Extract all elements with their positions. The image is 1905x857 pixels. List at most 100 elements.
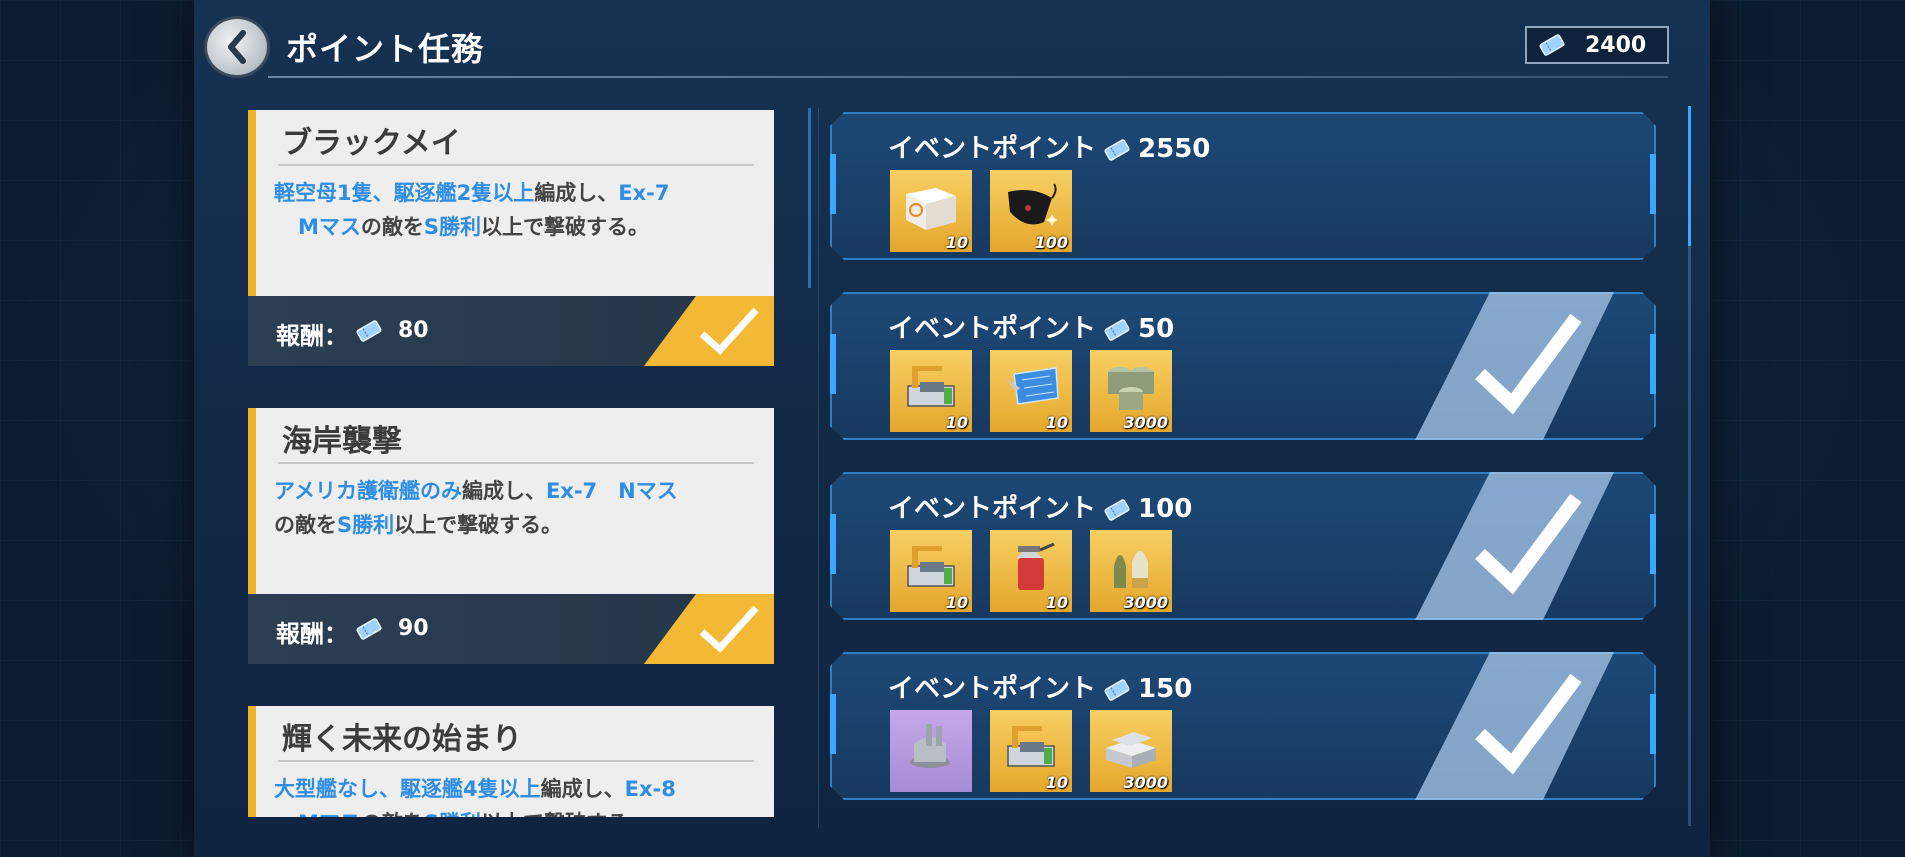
mission-desc-line2: Mマスの敵をS勝利以上で撃破する。 [274,210,754,244]
mission-desc-segment: 編成し、 [534,181,619,205]
reward-item[interactable]: 10 [890,350,972,432]
reward-items: 10 10 3000 [890,530,1172,612]
currency-display: 2400 [1525,26,1669,64]
mission-name: 海岸襲撃 [282,424,402,459]
mission-desc-segment: Mマス [298,215,361,239]
reward-tier-label: イベントポイント 150 [888,668,1192,705]
reward-value: 80 [398,318,429,343]
mission-list[interactable]: ブラックメイ 軽空母1隻、駆逐艦2隻以上編成し、Ex-7 Mマスの敵をS勝利以上… [248,110,774,817]
mission-desc-segment: S勝利 [337,513,395,537]
mission-desc-segment: の敵を [361,811,424,817]
checkmark-icon [1472,668,1584,778]
mission-info: ブラックメイ 軽空母1隻、駆逐艦2隻以上編成し、Ex-7 Mマスの敵をS勝利以上… [248,110,774,296]
item-quantity: 3000 [1123,413,1168,432]
turret-icon [900,718,962,774]
reward-item[interactable]: 3000 [1090,350,1172,432]
item-quantity: 10 [1045,773,1068,792]
item-quantity: 10 [945,413,968,432]
edge-accent [830,694,836,754]
mission-desc-segment: 以上で撃破する。 [481,215,650,239]
edge-accent [830,154,836,214]
reward-item[interactable]: 10 [890,170,972,252]
ticket-icon [1537,33,1567,57]
reward-tier[interactable]: イベントポイント 100 10 10 3000 [830,472,1656,620]
ticket-icon [1102,318,1132,342]
mission-desc-segment: 編成し、 [461,479,546,503]
mission-desc-line2: Mマスの敵をS勝利以上で撃破する。 [274,806,754,817]
mission-desc-line1: 軽空母1隻、駆逐艦2隻以上編成し、Ex-7 [274,176,754,210]
mission-desc-line2: の敵をS勝利以上で撃破する。 [274,508,754,542]
event-point-label: イベントポイント [888,134,1097,164]
mask-icon [1000,178,1062,234]
checkmark-icon [699,307,759,355]
mission-divider [278,164,754,166]
completed-badge [1414,652,1614,802]
mission-divider [278,462,754,464]
mission-desc-segment: 以上で撃破する。 [394,513,563,537]
event-point-label: イベントポイント [888,494,1097,524]
steel-icon [1100,718,1162,774]
currency-value: 2400 [1585,32,1647,58]
reward-value: 90 [398,616,429,641]
mission-desc-segment: の敵を [360,215,424,239]
reward-items: 10 3000 [890,710,1172,792]
reward-label: 報酬： [276,322,348,350]
item-quantity: 10 [945,593,968,612]
checkmark-icon [1472,308,1584,418]
mission-desc-segment: S勝利 [424,811,481,817]
event-point-value: 150 [1138,674,1193,704]
mission-desc-segment: Ex-7 [618,181,670,205]
reward-tier[interactable]: イベントポイント 50 10 10 3000 [830,292,1656,440]
reward-items: 10 100 [890,170,1072,252]
construction-icon [900,538,962,594]
ticket-icon [1102,498,1132,522]
event-point-value: 50 [1138,314,1175,344]
edge-accent [1650,514,1656,574]
header-divider [268,76,1668,78]
reward-tier-label: イベントポイント 2550 [888,128,1210,165]
mission-card[interactable]: ブラックメイ 軽空母1隻、駆逐艦2隻以上編成し、Ex-7 Mマスの敵をS勝利以上… [248,110,774,366]
reward-item[interactable]: 3000 [1090,530,1172,612]
mission-desc-segment: Mマス [298,811,361,817]
mission-desc-segment: Ex-8 [624,777,676,801]
edge-accent [1650,694,1656,754]
reward-item[interactable]: 10 [990,710,1072,792]
list-scrollbar[interactable] [808,108,811,288]
mission-description: 軽空母1隻、駆逐艦2隻以上編成し、Ex-7 Mマスの敵をS勝利以上で撃破する。 [274,176,754,244]
mission-info: 輝く未来の始まり 大型艦なし、駆逐艦4隻以上編成し、Ex-8 Mマスの敵をS勝利… [248,706,774,817]
page-title: ポイント任務 [286,30,485,68]
back-button[interactable] [204,16,270,78]
event-point-label: イベントポイント [888,314,1097,344]
item-quantity: 100 [1034,233,1068,252]
item-quantity: 10 [1045,413,1068,432]
reward-item[interactable]: 3000 [1090,710,1172,792]
mission-desc-line1: 大型艦なし、駆逐艦4隻以上編成し、Ex-8 [274,772,754,806]
ticket-icon [1102,678,1132,702]
mission-card[interactable]: 輝く未来の始まり 大型艦なし、駆逐艦4隻以上編成し、Ex-8 Mマスの敵をS勝利… [248,706,774,817]
mission-reward-bar: 報酬： 90 [248,594,774,664]
reward-list[interactable]: イベントポイント 2550 10 100 イベントポイント 50 10 10 3… [830,112,1656,812]
ticket-icon [354,319,384,343]
mission-name: ブラックメイ [282,126,461,161]
reward-item[interactable]: 100 [990,170,1072,252]
reward-item[interactable]: 10 [990,350,1072,432]
reward-item[interactable] [890,710,972,792]
mission-divider [278,760,754,762]
mission-desc-segment: 以上で撃破する。 [481,811,649,817]
reward-tier[interactable]: イベントポイント 2550 10 100 [830,112,1656,260]
reward-label: 報酬： [276,620,348,648]
item-quantity: 3000 [1123,773,1168,792]
reward-item[interactable]: 10 [890,530,972,612]
mission-desc-segment: 大型艦なし、駆逐艦4隻以上 [274,777,541,801]
mission-info: 海岸襲撃 アメリカ護衛艦のみ編成し、Ex-7 Nマス の敵をS勝利以上で撃破する… [248,408,774,594]
mission-description: 大型艦なし、駆逐艦4隻以上編成し、Ex-8 Mマスの敵をS勝利以上で撃破する。 [274,772,754,817]
edge-accent [1650,334,1656,394]
back-chevron-icon [228,30,246,64]
mission-desc-segment: 編成し、 [540,777,625,801]
reward-item[interactable]: 10 [990,530,1072,612]
mission-card[interactable]: 海岸襲撃 アメリカ護衛艦のみ編成し、Ex-7 Nマス の敵をS勝利以上で撃破する… [248,408,774,664]
scroll-thumb[interactable] [1688,106,1691,246]
reward-tier[interactable]: イベントポイント 150 10 3000 [830,652,1656,800]
mission-desc-segment: の敵を [274,513,337,537]
reward-scrollbar[interactable] [1688,106,1691,826]
